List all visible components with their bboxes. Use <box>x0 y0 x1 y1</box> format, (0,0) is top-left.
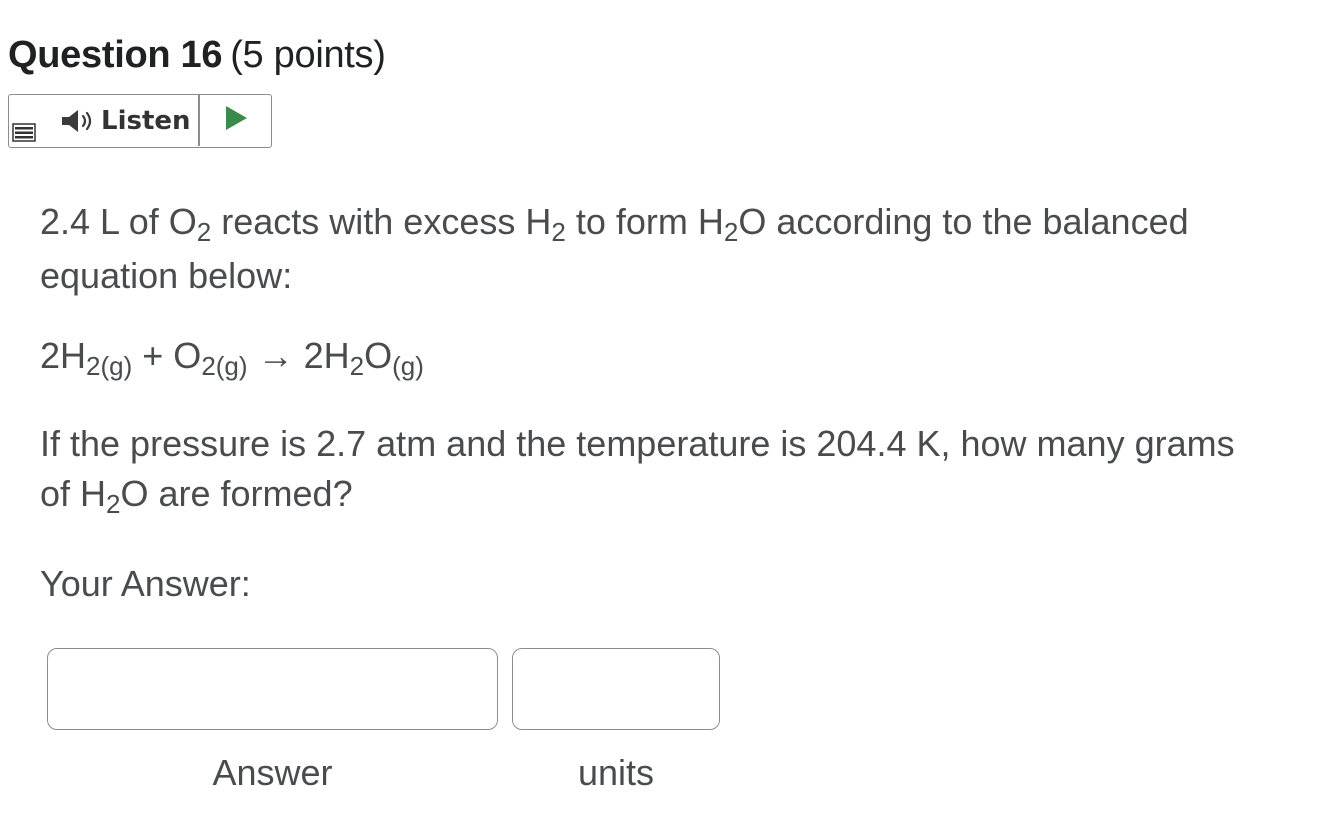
answer-label: Answer <box>212 752 333 793</box>
question-paragraph-2: If the pressure is 2.7 atm and the tempe… <box>40 423 1235 519</box>
listen-label: Listen <box>101 105 191 136</box>
question-points: (5 points) <box>230 34 386 76</box>
question-title: Question 16 <box>8 34 223 76</box>
play-button[interactable] <box>200 95 271 146</box>
listen-button[interactable]: Listen <box>49 95 197 146</box>
your-answer-heading: Your Answer: <box>40 563 251 604</box>
listen-toolbar: Listen <box>8 94 272 148</box>
play-icon <box>224 105 248 136</box>
speaker-icon <box>59 107 99 135</box>
question-paragraph-1: 2.4 L of O2 reacts with excess H2 to for… <box>40 201 1189 296</box>
units-label: units <box>577 752 655 793</box>
balanced-equation: 2H2(g) + O2(g) → 2H2O(g) <box>40 335 424 381</box>
menu-icon[interactable] <box>12 123 38 143</box>
reaction-arrow: → <box>247 335 304 376</box>
question-header: Question 16 (5 points) <box>8 34 386 77</box>
units-input[interactable] <box>512 648 720 730</box>
answer-input[interactable] <box>47 648 498 730</box>
